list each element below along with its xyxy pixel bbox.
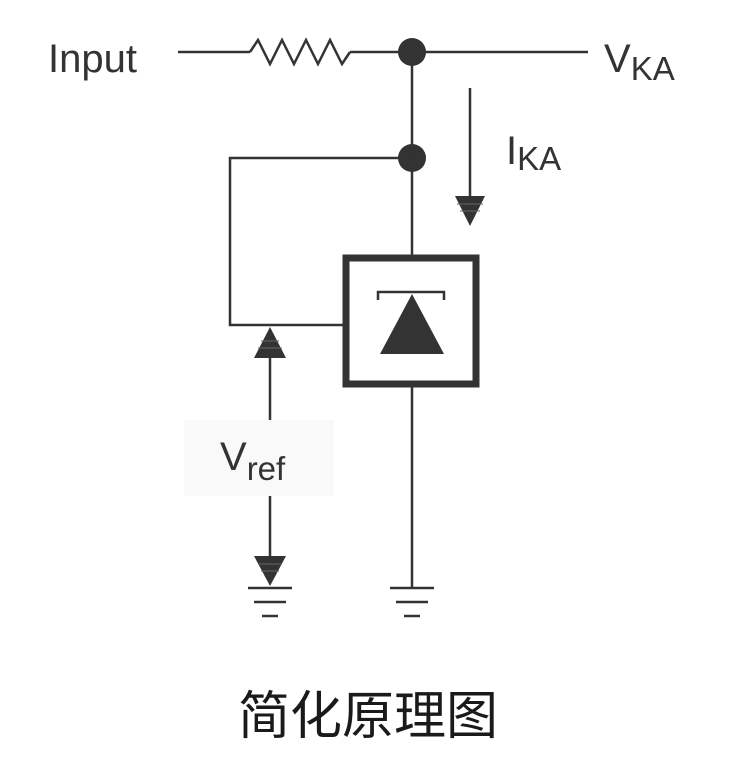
ika-current-arrow [455,88,485,226]
diagram-caption: 简化原理图 [238,687,498,747]
circuit-diagram: Input VKA IKA Vref 简化原理图 [48,37,675,747]
vka-label: VKA [604,37,675,87]
resistor [248,37,352,67]
vref-subscript: ref [247,450,286,487]
reference-feedback-wire [228,156,412,327]
vka-subscript: KA [631,50,675,87]
shunt-regulator [342,254,480,388]
input-label: Input [48,37,137,81]
ika-subscript: KA [517,140,561,177]
input-wire [178,37,588,67]
left-ground-symbol [248,586,292,618]
right-ground-symbol [390,586,434,618]
vref-up-arrow [254,327,286,420]
vref-down-arrow [254,496,286,586]
zener-triangle [380,294,444,354]
ika-label: IKA [506,129,561,177]
